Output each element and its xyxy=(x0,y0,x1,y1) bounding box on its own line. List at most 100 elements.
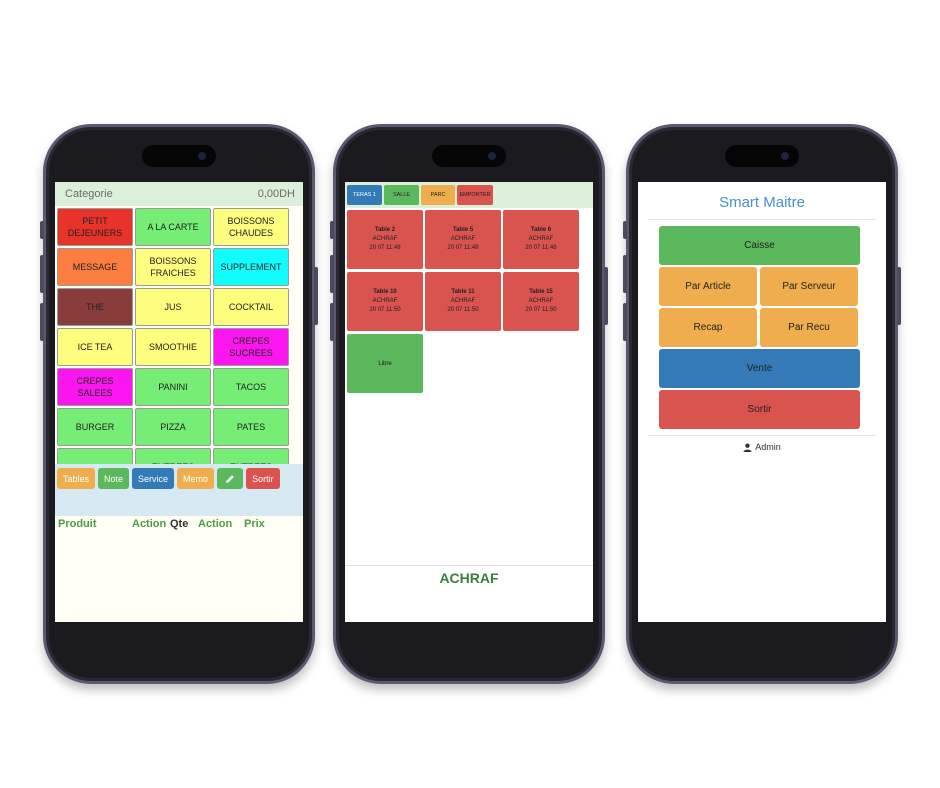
category-grid: PETIT DEJEUNERS A LA CARTE BOISSONS CHAUDE… xyxy=(55,206,303,464)
category-tile[interactable]: SUPPLEMENT xyxy=(213,248,289,286)
table-name: Table 6 xyxy=(530,227,552,233)
column-action: Action xyxy=(132,518,167,530)
phone-side-button xyxy=(330,221,334,239)
phone-volume-down xyxy=(623,303,627,341)
action-button-sortir[interactable]: Sortir xyxy=(246,468,280,489)
sortir-button[interactable]: Sortir xyxy=(659,390,860,429)
dynamic-island xyxy=(725,145,799,167)
user-info: Admin xyxy=(648,435,876,452)
order-action-bar: Tables Note Service Memo Sortir xyxy=(55,464,303,516)
column-action-2: Action xyxy=(198,518,233,530)
order-columns-header: Produit Action Qte Action Prix xyxy=(55,516,303,530)
category-tile[interactable]: PETIT DEJEUNERS xyxy=(57,208,133,246)
category-tile[interactable]: COCKTAIL xyxy=(213,288,289,326)
category-tile[interactable]: THE xyxy=(57,288,133,326)
category-tile[interactable] xyxy=(57,448,133,464)
order-screen: Categorie 0,00DH PETIT DEJEUNERS A LA CAR… xyxy=(55,182,303,622)
action-button-note[interactable]: Note xyxy=(98,468,130,489)
category-tile[interactable]: ICE TEA xyxy=(57,328,133,366)
table-card[interactable]: Table 6 ACHRAF 20 07 11:48 xyxy=(503,210,579,269)
table-time: 20 07 11:50 xyxy=(369,307,401,313)
edit-button[interactable] xyxy=(217,468,244,489)
table-server: ACHRAF xyxy=(450,236,476,242)
table-time: 20 07 11:48 xyxy=(525,245,557,251)
category-tile[interactable]: BURGER xyxy=(57,408,133,446)
table-server: ACHRAF xyxy=(528,236,554,242)
phone-power-button xyxy=(897,267,901,325)
phone-side-button xyxy=(623,221,627,239)
par-recu-button[interactable]: Par Recu xyxy=(760,308,858,347)
action-button-service[interactable]: Service xyxy=(132,468,175,489)
category-tile[interactable]: BOISSONS CHAUDES xyxy=(213,208,289,246)
phone-power-button xyxy=(314,267,318,325)
free-table-label: Libre xyxy=(378,360,392,367)
admin-screen: Smart Maitre Caisse Par Article Par Serv… xyxy=(638,182,886,622)
zone-tab[interactable]: SALLE xyxy=(384,185,419,205)
category-tile[interactable]: PANINI xyxy=(135,368,211,406)
action-button-tables[interactable]: Tables xyxy=(57,468,96,489)
tables-grid: Table 2 ACHRAF 20 07 11:48 Table 5 ACHRAF 20 … xyxy=(345,208,593,331)
zone-tab[interactable]: EMPORTER xyxy=(457,185,493,205)
category-tile[interactable]: CREPES SALEES xyxy=(57,368,133,406)
column-qte: Qte xyxy=(170,518,189,530)
category-tile[interactable]: ENTREES xyxy=(135,448,211,464)
table-time: 20 07 11:50 xyxy=(447,307,479,313)
column-produit: Produit xyxy=(58,518,97,530)
action-button-memo[interactable]: Memo xyxy=(177,468,215,489)
table-name: Table 5 xyxy=(452,227,474,233)
category-tile[interactable]: SMOOTHIE xyxy=(135,328,211,366)
phone-tables-screen: TERAS 1 SALLE PARC EMPORTER Table 2 ACHRAF 20… xyxy=(330,124,608,684)
category-tile[interactable]: MESSAGE xyxy=(57,248,133,286)
caisse-button[interactable]: Caisse xyxy=(659,226,860,265)
table-server: ACHRAF xyxy=(528,298,554,304)
table-time: 20 07 11:48 xyxy=(447,245,479,251)
category-tile[interactable]: PATES xyxy=(213,408,289,446)
category-tile[interactable]: JUS xyxy=(135,288,211,326)
phone-power-button xyxy=(604,267,608,325)
table-name: Table 11 xyxy=(451,289,475,295)
category-tile[interactable]: A LA CARTE xyxy=(135,208,211,246)
dynamic-island xyxy=(142,145,216,167)
table-name: Table 2 xyxy=(374,227,396,233)
table-card[interactable]: Table 10 ACHRAF 20 07 11:50 xyxy=(347,272,423,331)
free-table-card[interactable]: Libre xyxy=(347,334,423,393)
admin-menu: Caisse Par Article Par Serveur Recap Par… xyxy=(638,220,886,429)
par-article-button[interactable]: Par Article xyxy=(659,267,757,306)
pencil-icon xyxy=(226,474,234,483)
tables-screen: TERAS 1 SALLE PARC EMPORTER Table 2 ACHRAF 20… xyxy=(345,182,593,622)
dynamic-island xyxy=(432,145,506,167)
user-name: Admin xyxy=(755,442,781,452)
category-tile[interactable]: ENTREES xyxy=(213,448,289,464)
phone-volume-up xyxy=(40,255,44,293)
vente-button[interactable]: Vente xyxy=(659,349,860,388)
phone-admin-screen: Smart Maitre Caisse Par Article Par Serv… xyxy=(623,124,901,684)
zone-tabs: TERAS 1 SALLE PARC EMPORTER xyxy=(345,182,593,208)
category-title: Categorie xyxy=(65,188,113,200)
category-tile[interactable]: PIZZA xyxy=(135,408,211,446)
zone-tab[interactable]: TERAS 1 xyxy=(347,185,382,205)
user-icon xyxy=(743,443,752,452)
category-tile[interactable]: CREPES SUCREES xyxy=(213,328,289,366)
table-card[interactable]: Table 2 ACHRAF 20 07 11:48 xyxy=(347,210,423,269)
zone-tab[interactable]: PARC xyxy=(421,185,455,205)
table-time: 20 07 11:50 xyxy=(525,307,557,313)
table-server: ACHRAF xyxy=(372,298,398,304)
order-total: 0,00DH xyxy=(257,188,295,200)
phone-volume-down xyxy=(330,303,334,341)
table-card[interactable]: Table 11 ACHRAF 20 07 11:50 xyxy=(425,272,501,331)
phone-volume-up xyxy=(623,255,627,293)
phone-side-button xyxy=(40,221,44,239)
par-serveur-button[interactable]: Par Serveur xyxy=(760,267,858,306)
table-card[interactable]: Table 15 ACHRAF 20 07 11:50 xyxy=(503,272,579,331)
category-header: Categorie 0,00DH xyxy=(55,182,303,206)
recap-button[interactable]: Recap xyxy=(659,308,757,347)
table-card[interactable]: Table 5 ACHRAF 20 07 11:48 xyxy=(425,210,501,269)
app-title: Smart Maitre xyxy=(648,182,876,220)
table-name: Table 10 xyxy=(373,289,397,295)
server-name: ACHRAF xyxy=(345,565,593,622)
phone-volume-up xyxy=(330,255,334,293)
table-name: Table 15 xyxy=(529,289,553,295)
table-server: ACHRAF xyxy=(450,298,476,304)
category-tile[interactable]: BOISSONS FRAICHES xyxy=(135,248,211,286)
category-tile[interactable]: TACOS xyxy=(213,368,289,406)
